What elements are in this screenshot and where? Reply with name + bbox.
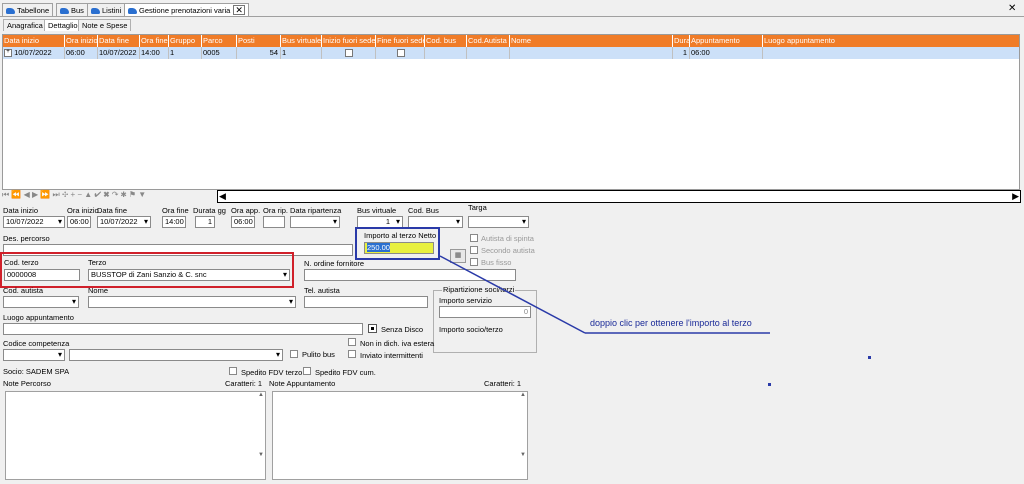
marker-dot [868,356,871,359]
annotation-text: doppio clic per ottenere l'importo al te… [590,318,752,328]
marker-dot [768,383,771,386]
annotation-overlay [439,255,871,386]
annotation-line [439,255,586,334]
